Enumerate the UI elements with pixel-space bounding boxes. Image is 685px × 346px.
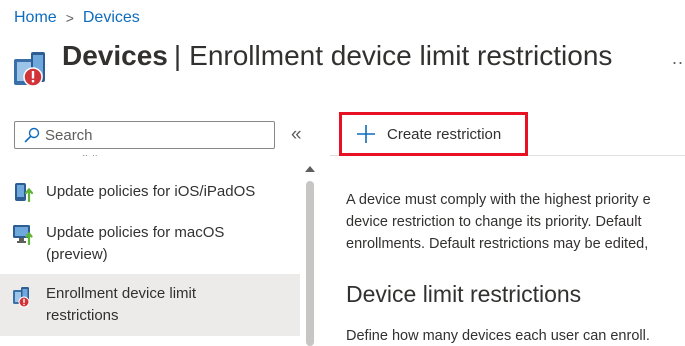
sidebar-item-label-line1: Update policies for macOS bbox=[46, 224, 225, 241]
search-input[interactable] bbox=[45, 126, 274, 144]
description-line: device restriction to change its priorit… bbox=[346, 214, 642, 230]
enrollment-restriction-icon bbox=[13, 287, 30, 308]
scroll-up-arrow-icon[interactable] bbox=[305, 166, 315, 172]
create-restriction-button[interactable]: Create restriction bbox=[339, 112, 528, 156]
sidebar-item-label-line1: Enrollment device limit bbox=[46, 285, 197, 302]
sidebar-item-ios-update-policies[interactable]: Update policies for iOS/iPadOS bbox=[0, 177, 300, 207]
sidebar-item-label: Update policies for iOS/iPadOS bbox=[46, 183, 256, 200]
create-restriction-label: Create restriction bbox=[387, 125, 502, 143]
sidebar-item-label-line2: restrictions bbox=[46, 307, 119, 324]
sidebar-item-macos-update-policies[interactable]: Update policies for macOS (preview) bbox=[0, 219, 300, 269]
more-options-icon[interactable]: ... bbox=[672, 48, 685, 69]
page: Home > Devices Devices | Enrollment device… bbox=[0, 0, 685, 346]
page-description: A device must comply with the highest pr… bbox=[346, 189, 685, 255]
sidebar-item-enrollment-device-limit[interactable]: Enrollment device limit restrictions bbox=[0, 274, 300, 336]
ios-update-icon bbox=[15, 183, 34, 203]
section-title: Device limit restrictions bbox=[346, 281, 582, 307]
search-box[interactable] bbox=[14, 121, 275, 149]
section-description: Define how many devices each user can en… bbox=[346, 328, 650, 344]
devices-restriction-icon bbox=[14, 52, 45, 87]
page-title: Devices | Enrollment device limit restrict… bbox=[62, 40, 612, 72]
description-line: enrollments. Default restrictions may be… bbox=[346, 236, 649, 252]
breadcrumb-home-link[interactable]: Home bbox=[14, 9, 57, 27]
page-title-secondary: Enrollment device limit restrictions bbox=[189, 40, 613, 71]
breadcrumb: Home > Devices bbox=[14, 9, 140, 27]
macos-update-icon bbox=[13, 225, 33, 245]
sidebar-item-label-line2: (preview) bbox=[46, 246, 108, 263]
scroll-thumb[interactable] bbox=[306, 181, 314, 346]
cutoff-item-text: ‘‘ ’’ bbox=[82, 155, 98, 165]
sidebar-nav: ‘‘ ’’ Update policies for iOS/iPadOS Upd… bbox=[0, 155, 300, 346]
collapse-sidebar-icon[interactable]: « bbox=[291, 124, 302, 146]
breadcrumb-devices-link[interactable]: Devices bbox=[83, 9, 140, 27]
search-icon bbox=[24, 127, 40, 143]
description-line: A device must comply with the highest pr… bbox=[346, 192, 651, 208]
page-title-separator: | bbox=[173, 40, 182, 71]
breadcrumb-separator: > bbox=[65, 10, 74, 26]
plus-icon bbox=[357, 125, 375, 143]
page-title-primary: Devices bbox=[62, 40, 168, 71]
sidebar-scrollbar[interactable] bbox=[300, 155, 320, 346]
